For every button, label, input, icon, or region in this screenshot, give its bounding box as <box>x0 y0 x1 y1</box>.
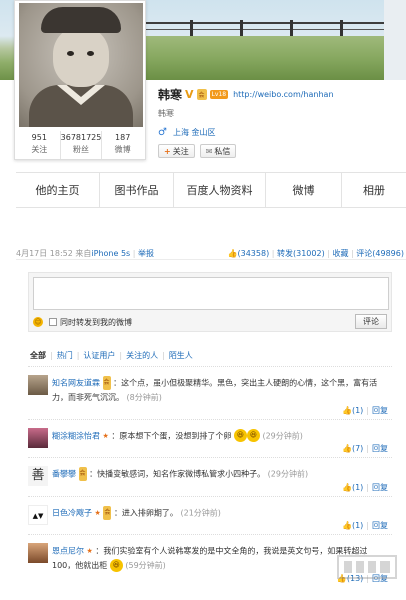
verified-icon[interactable]: V <box>185 88 194 101</box>
avatar[interactable]: 善 <box>28 466 48 486</box>
comment-text: ：快播变敏感词，知名作家微博私管求小四种子。 <box>89 469 266 479</box>
comment-time: (59分钟前) <box>125 560 166 570</box>
vip-icon: 会 <box>103 505 112 520</box>
stat-followers[interactable]: 36781725 粉丝 <box>61 131 103 159</box>
tab-home[interactable]: 他的主页 <box>16 173 100 207</box>
filter-all[interactable]: 全部 <box>30 350 46 361</box>
message-button[interactable]: ✉ 私信 <box>199 144 237 158</box>
comment-filters: 全部 | 热门 | 认证用户 | 关注的人 | 陌生人 <box>30 350 193 361</box>
plus-icon: + <box>164 146 171 156</box>
comment-time: (8分钟前) <box>126 392 162 402</box>
list-item: 糊涂糊涂怡君 ★ ：原本想下个蛋，没想到排了个卵 😆 😆 (29分钟前) 👍(7)… <box>28 418 392 458</box>
star-icon: ★ <box>94 508 101 517</box>
profile-subname: 韩寒 <box>158 109 174 118</box>
comment-user[interactable]: 糊涂糊涂怡君 <box>52 431 100 440</box>
comment-actions: 👍(7) | 回复 <box>341 444 388 453</box>
avatar[interactable] <box>28 427 48 448</box>
post-date[interactable]: 4月17日 18:52 <box>16 249 73 258</box>
profile-info: 韩寒 V 会 Lv18 http://weibo.com/hanhan 韩寒 ♂… <box>158 86 334 158</box>
comment-text: ：原本想下个蛋，没想到排了个卵 <box>111 431 232 440</box>
level-badge[interactable]: Lv18 <box>209 89 229 99</box>
like-icon[interactable]: 👍 <box>342 483 352 492</box>
filter-verified[interactable]: 认证用户 <box>83 350 115 361</box>
star-icon: ★ <box>102 431 109 440</box>
filter-hot[interactable]: 热门 <box>57 350 73 361</box>
tab-baidu-profile[interactable]: 百度人物资料 <box>174 173 266 207</box>
like-count[interactable]: (34358) <box>238 249 270 258</box>
reply-link[interactable]: 回复 <box>372 406 388 415</box>
cover-hill <box>140 36 406 80</box>
repost-checkbox-label: 同时转发到我的微博 <box>60 318 132 327</box>
tab-album[interactable]: 相册 <box>342 173 406 207</box>
like-icon[interactable]: 👍 <box>342 406 352 415</box>
stat-posts[interactable]: 187 微博 <box>102 131 143 159</box>
list-item: ▲▼ 日色冷飕子 ★ 会 ：进入排卵期了。 (21分钟前) 👍(1) | 回复 <box>28 495 392 535</box>
avatar[interactable] <box>19 3 143 127</box>
reply-link[interactable]: 回复 <box>372 444 388 453</box>
comment-user[interactable]: 知名网友道霖 <box>52 379 100 388</box>
comment-text: ：我们实验室有个人说韩寒发的是中文全角的，我说是英文句号，如果转超过100，他就… <box>52 546 368 570</box>
comment-text: ：进入排卵期了。 <box>113 508 178 517</box>
reply-link[interactable]: 回复 <box>372 483 388 492</box>
profile-stats: 951 关注 36781725 粉丝 187 微博 <box>19 131 143 159</box>
comment-input[interactable] <box>33 277 389 310</box>
profile-card: 951 关注 36781725 粉丝 187 微博 <box>14 0 146 160</box>
repost-checkbox[interactable] <box>49 318 57 326</box>
tab-books[interactable]: 图书作品 <box>100 173 174 207</box>
vip-icon[interactable]: 会 <box>196 88 207 100</box>
comment-user[interactable]: 日色冷飕子 <box>52 508 92 517</box>
post-meta: 4月17日 18:52 来自iPhone 5s | 举报 👍(34358) | … <box>16 249 406 260</box>
reply-link[interactable]: 回复 <box>372 521 388 530</box>
like-icon[interactable]: 👍 <box>342 444 352 453</box>
laugh-emoji-icon: 😆 <box>109 558 123 572</box>
repost-link[interactable]: 转发(31002) <box>277 249 325 258</box>
vip-icon: 会 <box>102 376 111 390</box>
cover-fence <box>140 22 386 36</box>
comment-actions: 👍(1) | 回复 <box>341 521 388 530</box>
avatar[interactable] <box>28 375 48 395</box>
filter-strangers[interactable]: 陌生人 <box>169 350 193 361</box>
avatar[interactable]: ▲▼ <box>28 504 48 525</box>
comment-actions: 👍(1) | 回复 <box>341 482 388 492</box>
filter-following[interactable]: 关注的人 <box>126 350 158 361</box>
vip-icon: 会 <box>78 467 87 481</box>
comment-time: (21分钟前) <box>180 508 221 517</box>
list-item: 善 番攀攀 会 ：快播变敏感词，知名作家微博私管求小四种子。 (29分钟前) 👍… <box>28 457 392 496</box>
like-icon[interactable]: 👍 <box>228 249 238 258</box>
comment-time: (29分钟前) <box>262 431 303 440</box>
favorite-link[interactable]: 收藏 <box>333 249 349 258</box>
star-icon: ★ <box>86 547 93 555</box>
mail-icon: ✉ <box>205 146 213 156</box>
male-icon: ♂ <box>158 127 167 138</box>
comment-actions: 👍(1) | 回复 <box>341 405 388 415</box>
watermark-logo <box>334 550 400 590</box>
post-source[interactable]: iPhone 5s <box>91 249 130 258</box>
follow-button[interactable]: + 关注 <box>158 144 195 158</box>
comment-link[interactable]: 评论(49896) <box>356 249 404 258</box>
laugh-emoji-icon: 😆 <box>246 429 260 442</box>
comment-user[interactable]: 恩点尼尔 <box>52 547 84 556</box>
location-link[interactable]: 上海 金山区 <box>173 127 216 138</box>
report-link[interactable]: 举报 <box>138 249 154 258</box>
comment-composer: ☺ 同时转发到我的微博 评论 <box>28 272 392 332</box>
profile-url-link[interactable]: http://weibo.com/hanhan <box>233 90 333 99</box>
profile-name: 韩寒 <box>158 87 183 102</box>
submit-comment-button[interactable]: 评论 <box>355 314 387 329</box>
list-item: 知名网友道霖 会 ：这个点，虽小但极聚精华。黑色，突出主人硬朗的心情，这个黑，富… <box>28 366 392 419</box>
comment-time: (29分钟前) <box>267 469 309 479</box>
comment-text: ：这个点，虽小但极聚精华。黑色，突出主人硬朗的心情，这个黑，富有活力，而非死气沉… <box>52 378 378 402</box>
emoji-icon[interactable]: ☺ <box>33 317 43 327</box>
like-icon[interactable]: 👍 <box>342 521 352 530</box>
comment-user[interactable]: 番攀攀 <box>52 470 76 479</box>
avatar[interactable] <box>28 543 48 563</box>
laugh-emoji-icon: 😆 <box>233 429 247 442</box>
profile-tabs: 他的主页 图书作品 百度人物资料 微博 相册 <box>16 172 406 208</box>
stat-following[interactable]: 951 关注 <box>19 131 61 159</box>
tab-weibo[interactable]: 微博 <box>266 173 342 207</box>
